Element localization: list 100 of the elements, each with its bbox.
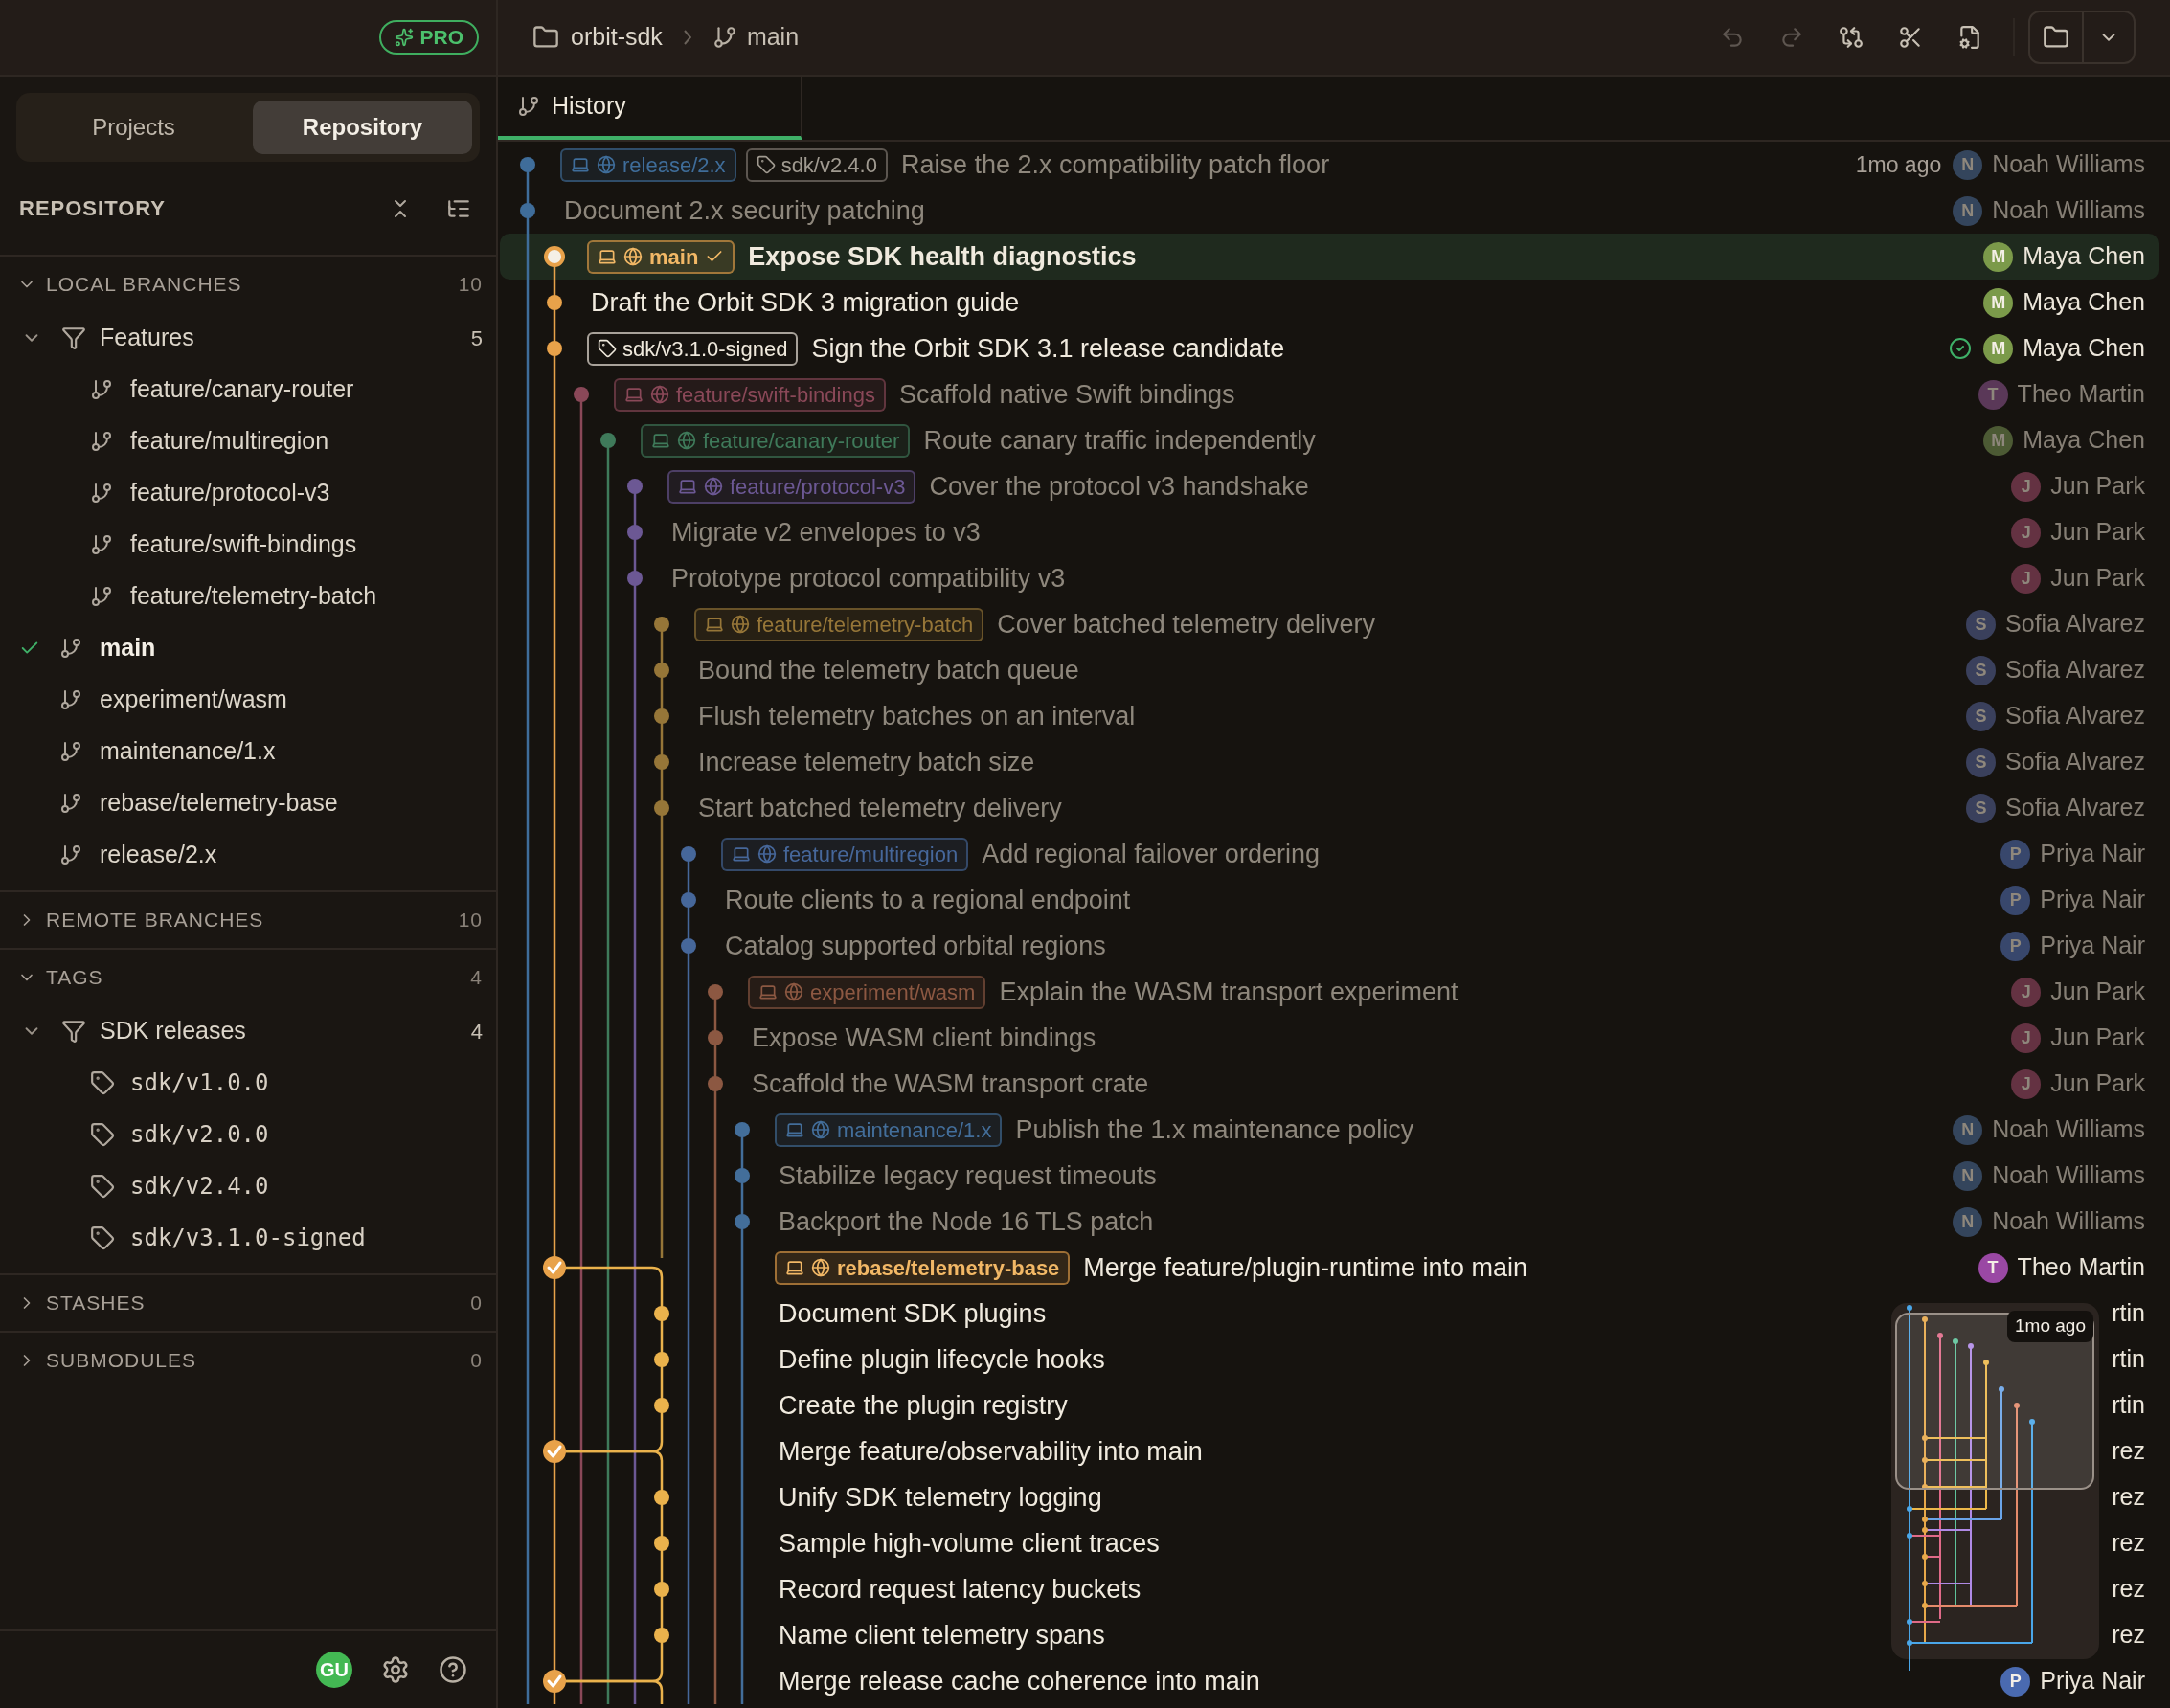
tag-item[interactable]: sdk/v1.0.0: [0, 1057, 496, 1109]
tag-icon: [598, 339, 617, 358]
folder-row[interactable]: Features 5: [0, 312, 496, 364]
folder-row[interactable]: SDK releases 4: [0, 1005, 496, 1057]
commit-message: Merge feature/plugin-runtime into main: [1083, 1251, 1528, 1284]
branch-icon: [712, 25, 737, 50]
tag-label[interactable]: sdk/v2.4.0: [745, 147, 888, 182]
author-avatar: S: [1966, 609, 1997, 640]
commit-message: Create the plugin registry: [779, 1389, 1068, 1422]
tag-icon: [90, 1070, 115, 1095]
laptop-icon: [758, 982, 778, 1001]
branch-item[interactable]: feature/swift-bindings: [0, 519, 496, 571]
branch-label[interactable]: feature/telemetry-batch: [694, 607, 984, 641]
branch-item[interactable]: feature/canary-router: [0, 364, 496, 416]
pro-badge[interactable]: PRO: [379, 20, 479, 55]
author-name: Priya Nair: [2040, 1666, 2145, 1697]
author-name: Noah Williams: [1992, 149, 2145, 180]
commit-message: Increase telemetry batch size: [698, 746, 1035, 778]
author-name: Maya Chen: [2023, 287, 2145, 318]
help-icon[interactable]: [439, 1655, 467, 1684]
section-header[interactable]: STASHES 0: [0, 1275, 496, 1331]
author-avatar: N: [1953, 1206, 1983, 1237]
author-name: Sofia Alvarez: [2005, 747, 2145, 777]
commit-message: Sample high-volume client traces: [779, 1527, 1160, 1560]
branch-item[interactable]: feature/multiregion: [0, 416, 496, 467]
commit-message: Expose SDK health diagnostics: [748, 240, 1137, 273]
author-avatar: P: [2000, 1666, 2031, 1697]
branch-item[interactable]: feature/telemetry-batch: [0, 571, 496, 622]
author-name: Noah Williams: [1992, 1206, 2145, 1237]
author-name: rez: [2112, 1436, 2145, 1467]
author-name: Sofia Alvarez: [2005, 701, 2145, 731]
author-name: Jun Park: [2050, 977, 2145, 1007]
author-avatar: S: [1966, 701, 1997, 731]
view-tab[interactable]: Repository: [253, 101, 472, 154]
author-name: Theo Martin: [2017, 379, 2145, 410]
author-name: rez: [2112, 1482, 2145, 1513]
section-title: SUBMODULES: [46, 1348, 198, 1374]
globe-icon: [784, 982, 803, 1001]
branch-icon: [90, 533, 113, 556]
globe-icon: [811, 1258, 830, 1277]
author-avatar: M: [1983, 333, 2014, 364]
author-avatar: P: [2000, 885, 2031, 915]
author-avatar: M: [1983, 287, 2014, 318]
branch-item[interactable]: main: [0, 622, 496, 674]
settings-icon[interactable]: [381, 1655, 410, 1684]
author-avatar: M: [1983, 241, 2014, 272]
author-name: rtin: [2112, 1390, 2145, 1421]
section-header[interactable]: TAGS 4: [0, 950, 496, 1005]
tag-icon: [90, 1225, 115, 1250]
tag-item[interactable]: sdk/v2.4.0: [0, 1160, 496, 1212]
author-name: Sofia Alvarez: [2005, 609, 2145, 640]
section-header[interactable]: SUBMODULES 0: [0, 1333, 496, 1388]
repo-name[interactable]: orbit-sdk: [571, 19, 663, 56]
author-name: Priya Nair: [2040, 839, 2145, 869]
commit-message: Document SDK plugins: [779, 1297, 1047, 1330]
author-avatar: M: [1983, 425, 2014, 456]
tag-item[interactable]: sdk/v3.1.0-signed: [0, 1212, 496, 1264]
section-header[interactable]: LOCAL BRANCHES 10: [0, 257, 496, 312]
commit-message: Raise the 2.x compatibility patch floor: [900, 148, 1330, 181]
tag-label[interactable]: sdk/v3.1.0-signed: [587, 331, 799, 366]
branch-name[interactable]: main: [746, 19, 800, 56]
author-name: rez: [2112, 1528, 2145, 1559]
author-avatar: S: [1966, 747, 1997, 777]
branch-item[interactable]: rebase/telemetry-base: [0, 777, 496, 829]
branch-label[interactable]: main: [587, 239, 735, 274]
compare-icon: [1839, 25, 1864, 50]
author-name: rtin: [2112, 1344, 2145, 1375]
author-name: Noah Williams: [1992, 1114, 2145, 1145]
view-tab[interactable]: Projects: [24, 101, 243, 154]
branch-item[interactable]: maintenance/1.x: [0, 726, 496, 777]
branch-item[interactable]: feature/protocol-v3: [0, 467, 496, 519]
author-avatar: P: [2000, 839, 2031, 869]
author-name: Jun Park: [2050, 471, 2145, 502]
commit-message: Flush telemetry batches on an interval: [698, 700, 1136, 732]
undo-icon: [1720, 25, 1745, 50]
branch-item[interactable]: experiment/wasm: [0, 674, 496, 726]
selected-commit-row[interactable]: main Expose SDK health diagnostics M Maya Chen: [500, 234, 2159, 280]
branch-icon: [59, 792, 82, 815]
author-name: Jun Park: [2050, 1068, 2145, 1099]
author-avatar: T: [1978, 379, 2008, 410]
author-name: rez: [2112, 1574, 2145, 1605]
branch-icon: [59, 637, 82, 660]
section-header[interactable]: REMOTE BRANCHES 10: [0, 892, 496, 948]
commit-message: Bound the telemetry batch queue: [698, 654, 1079, 686]
author-avatar: J: [2011, 1023, 2042, 1053]
branch-item[interactable]: release/2.x: [0, 829, 496, 881]
date-tooltip: 1mo ago: [2007, 1311, 2093, 1342]
laptop-icon: [785, 1120, 804, 1139]
globe-icon: [757, 844, 777, 864]
laptop-icon: [732, 844, 751, 864]
minimap-viewport[interactable]: [1895, 1313, 2094, 1490]
author-name: Sofia Alvarez: [2005, 655, 2145, 685]
history-tab[interactable]: History: [498, 77, 802, 140]
commit-message: Scaffold the WASM transport crate: [752, 1068, 1149, 1100]
branch-label[interactable]: rebase/telemetry-base: [775, 1250, 1071, 1285]
author-name: Jun Park: [2050, 517, 2145, 548]
section-count: 10: [458, 908, 483, 933]
commit-message: Document 2.x security patching: [564, 194, 925, 227]
section-title: STASHES: [46, 1291, 147, 1316]
tag-item[interactable]: sdk/v2.0.0: [0, 1109, 496, 1160]
